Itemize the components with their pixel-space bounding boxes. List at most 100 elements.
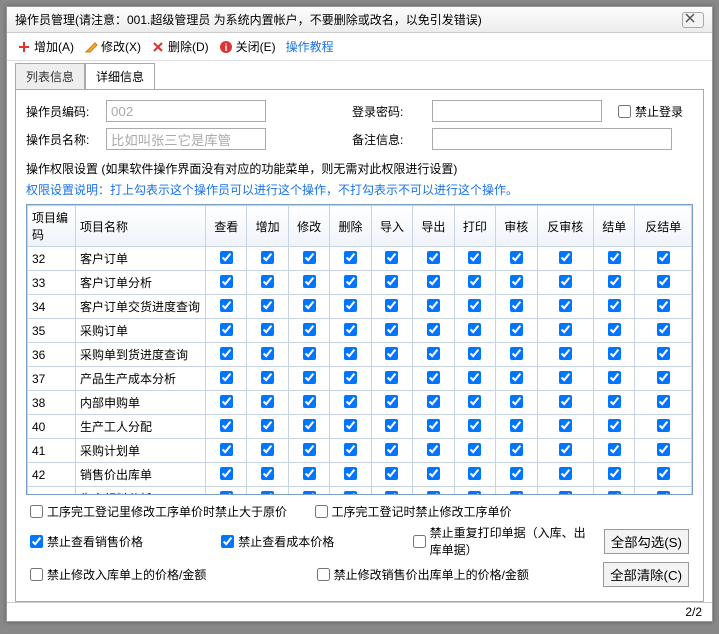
col-header[interactable]: 增加 (247, 206, 288, 247)
table-row[interactable]: 32客户订单 (28, 247, 692, 271)
perm-checkbox[interactable] (608, 419, 621, 432)
perm-checkbox[interactable] (510, 467, 523, 480)
perm-checkbox[interactable] (657, 251, 670, 264)
perm-checkbox[interactable] (261, 323, 274, 336)
perm-checkbox[interactable] (468, 395, 481, 408)
perm-checkbox[interactable] (559, 251, 572, 264)
perm-checkbox[interactable] (468, 347, 481, 360)
perm-checkbox[interactable] (608, 275, 621, 288)
perm-checkbox[interactable] (385, 299, 398, 312)
perm-checkbox[interactable] (261, 395, 274, 408)
perm-checkbox[interactable] (220, 371, 233, 384)
perm-checkbox[interactable] (427, 299, 440, 312)
perm-checkbox[interactable] (559, 275, 572, 288)
perm-checkbox[interactable] (608, 251, 621, 264)
perm-checkbox[interactable] (261, 251, 274, 264)
perm-checkbox[interactable] (220, 443, 233, 456)
chk-c2[interactable] (315, 505, 328, 518)
perm-checkbox[interactable] (344, 419, 357, 432)
perm-checkbox[interactable] (427, 467, 440, 480)
window-close-button[interactable] (682, 12, 704, 28)
chk-c3[interactable] (30, 535, 43, 548)
perm-checkbox[interactable] (385, 347, 398, 360)
table-row[interactable]: 38内部申购单 (28, 391, 692, 415)
select-all-button[interactable]: 全部勾选(S) (604, 529, 689, 554)
perm-checkbox[interactable] (220, 251, 233, 264)
perm-checkbox[interactable] (261, 275, 274, 288)
perm-checkbox[interactable] (303, 251, 316, 264)
chk-c1[interactable] (30, 505, 43, 518)
chk-c5[interactable] (413, 535, 426, 548)
perm-checkbox[interactable] (303, 347, 316, 360)
perm-checkbox[interactable] (344, 299, 357, 312)
perm-checkbox[interactable] (657, 443, 670, 456)
col-header[interactable]: 导出 (413, 206, 454, 247)
perm-checkbox[interactable] (608, 371, 621, 384)
perm-checkbox[interactable] (559, 347, 572, 360)
perm-checkbox[interactable] (303, 467, 316, 480)
perm-checkbox[interactable] (510, 323, 523, 336)
perm-checkbox[interactable] (657, 395, 670, 408)
perm-checkbox[interactable] (385, 419, 398, 432)
col-header[interactable]: 项目名称 (76, 206, 206, 247)
table-row[interactable]: 40生产工人分配 (28, 415, 692, 439)
perm-checkbox[interactable] (468, 251, 481, 264)
chk-c7[interactable] (317, 568, 330, 581)
perm-checkbox[interactable] (510, 419, 523, 432)
tutorial-link[interactable]: 操作教程 (286, 38, 334, 55)
perm-checkbox[interactable] (344, 467, 357, 480)
perm-checkbox[interactable] (261, 467, 274, 480)
table-row[interactable]: 43生产领料分析 (28, 487, 692, 496)
perm-checkbox[interactable] (468, 323, 481, 336)
forbid-login-checkbox[interactable] (618, 105, 631, 118)
col-header[interactable]: 打印 (454, 206, 495, 247)
col-header[interactable]: 反结单 (635, 206, 692, 247)
clear-all-button[interactable]: 全部清除(C) (603, 562, 689, 587)
perm-checkbox[interactable] (385, 323, 398, 336)
perm-checkbox[interactable] (468, 419, 481, 432)
table-row[interactable]: 35采购订单 (28, 319, 692, 343)
col-header[interactable]: 结单 (594, 206, 635, 247)
perm-checkbox[interactable] (344, 251, 357, 264)
tab-detail[interactable]: 详细信息 (85, 63, 155, 89)
perm-checkbox[interactable] (303, 395, 316, 408)
perm-checkbox[interactable] (608, 323, 621, 336)
perm-checkbox[interactable] (468, 275, 481, 288)
perm-checkbox[interactable] (344, 347, 357, 360)
perm-checkbox[interactable] (303, 299, 316, 312)
perm-checkbox[interactable] (427, 323, 440, 336)
perm-checkbox[interactable] (303, 275, 316, 288)
perm-checkbox[interactable] (657, 467, 670, 480)
perm-checkbox[interactable] (559, 419, 572, 432)
perm-checkbox[interactable] (427, 275, 440, 288)
perm-checkbox[interactable] (657, 347, 670, 360)
add-button[interactable]: 增加(A) (17, 38, 74, 55)
perm-checkbox[interactable] (608, 395, 621, 408)
perm-checkbox[interactable] (510, 395, 523, 408)
perm-checkbox[interactable] (559, 443, 572, 456)
perm-checkbox[interactable] (220, 467, 233, 480)
perm-checkbox[interactable] (559, 467, 572, 480)
perm-checkbox[interactable] (468, 299, 481, 312)
perm-checkbox[interactable] (468, 371, 481, 384)
perm-checkbox[interactable] (559, 371, 572, 384)
col-header[interactable]: 修改 (288, 206, 329, 247)
name-input[interactable] (106, 128, 266, 150)
perm-checkbox[interactable] (427, 443, 440, 456)
table-row[interactable]: 34客户订单交货进度查询 (28, 295, 692, 319)
perm-checkbox[interactable] (657, 275, 670, 288)
perm-checkbox[interactable] (559, 299, 572, 312)
perm-checkbox[interactable] (510, 275, 523, 288)
pwd-input[interactable] (432, 100, 602, 122)
perm-checkbox[interactable] (220, 419, 233, 432)
perm-checkbox[interactable] (510, 251, 523, 264)
perm-checkbox[interactable] (559, 395, 572, 408)
col-header[interactable]: 导入 (371, 206, 412, 247)
perm-checkbox[interactable] (510, 347, 523, 360)
perm-checkbox[interactable] (261, 443, 274, 456)
perm-checkbox[interactable] (510, 443, 523, 456)
table-row[interactable]: 42销售价出库单 (28, 463, 692, 487)
col-header[interactable]: 审核 (496, 206, 537, 247)
perm-checkbox[interactable] (657, 371, 670, 384)
perm-checkbox[interactable] (468, 467, 481, 480)
